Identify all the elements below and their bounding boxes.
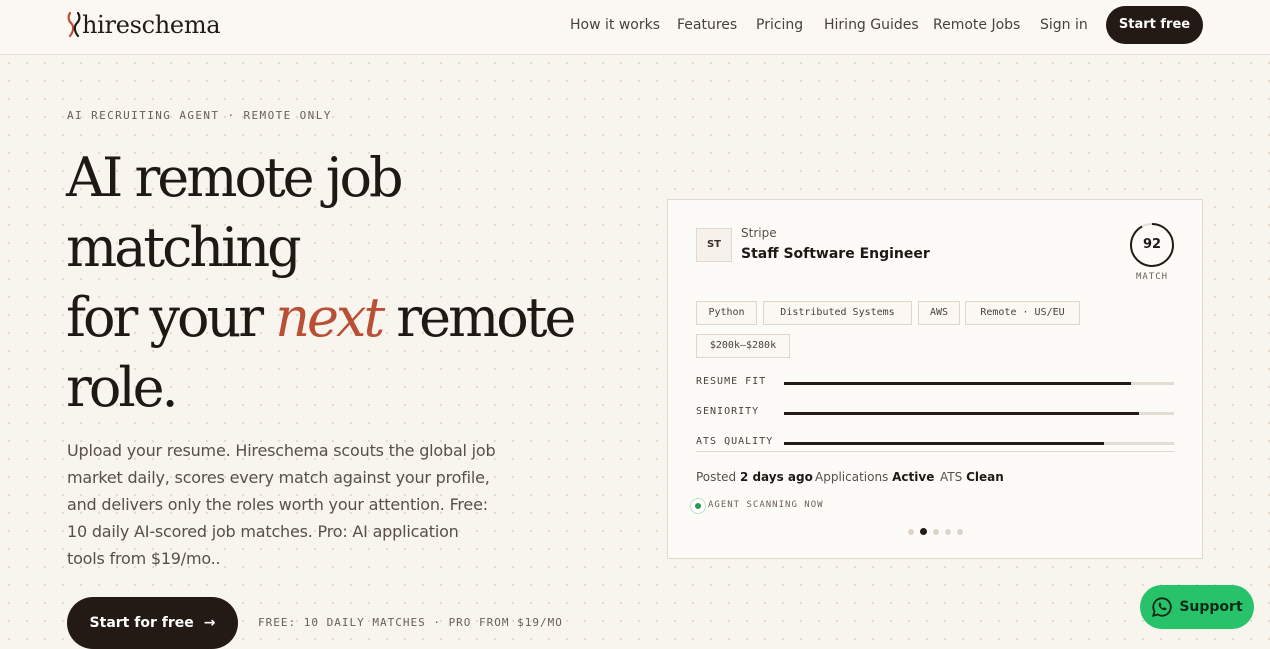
live-dot-icon xyxy=(690,498,706,514)
metric-resume-fit-bar xyxy=(784,382,1174,385)
job-match-card: ST Stripe Staff Software Engineer 92 MAT… xyxy=(667,199,1203,559)
hero-title-accent: next xyxy=(275,286,385,349)
carousel-dot[interactable] xyxy=(957,528,963,535)
meta-posted-value: 2 days ago xyxy=(739,470,813,484)
nav-sign-in[interactable]: Sign in xyxy=(1040,16,1088,34)
match-label: MATCH xyxy=(1135,272,1169,282)
site-header: hireschema How it works Features Pricing… xyxy=(0,0,1270,55)
agent-scanning-status: AGENT SCANNING NOW xyxy=(708,500,824,510)
meta-applications: Applications Active xyxy=(815,470,934,484)
hero-title: AI remote job matching for your next rem… xyxy=(66,143,626,423)
hero-description: Upload your resume. Hireschema scouts th… xyxy=(67,441,496,568)
tag-aws: AWS xyxy=(918,301,960,325)
hireschema-logo-icon xyxy=(67,12,81,38)
hero-title-line2-start: for your xyxy=(66,286,276,349)
cta-label: Start for free xyxy=(89,615,194,631)
tag-remote: Remote · US/EU xyxy=(965,301,1080,325)
start-free-button[interactable]: Start free xyxy=(1106,6,1203,44)
match-score: 92 xyxy=(1142,237,1162,252)
job-title: Staff Software Engineer xyxy=(741,246,930,262)
tag-python: Python xyxy=(696,301,757,325)
carousel-dot[interactable] xyxy=(945,528,951,535)
meta-ats: ATS Clean xyxy=(940,470,1004,484)
tag-distributed-systems: Distributed Systems xyxy=(763,301,912,325)
nav-pricing[interactable]: Pricing xyxy=(756,16,803,34)
meta-posted-label: Posted xyxy=(696,470,737,484)
nav-features[interactable]: Features xyxy=(677,16,737,34)
carousel-dots xyxy=(908,528,963,535)
nav-how-it-works[interactable]: How it works xyxy=(570,16,660,34)
match-score-ring: 92 xyxy=(1129,222,1175,268)
metric-resume-fit-label: RESUME FIT xyxy=(696,376,767,387)
hero-eyebrow: AI RECRUITING AGENT · REMOTE ONLY xyxy=(67,109,332,122)
support-button[interactable]: Support xyxy=(1140,585,1254,629)
brand-name: hireschema xyxy=(82,11,221,39)
metric-seniority-bar xyxy=(784,412,1174,415)
meta-ats-value: Clean xyxy=(966,470,1004,484)
tag-salary: $200k–$280k xyxy=(696,334,790,358)
metric-seniority-fill xyxy=(784,412,1139,415)
support-label: Support xyxy=(1179,599,1243,615)
nav-remote-jobs[interactable]: Remote Jobs xyxy=(933,16,1020,34)
nav-hiring-guides[interactable]: Hiring Guides xyxy=(824,16,919,34)
meta-applications-value: Active xyxy=(892,470,935,484)
brand-logo[interactable]: hireschema xyxy=(66,10,221,40)
meta-posted: Posted 2 days ago xyxy=(696,470,813,484)
metric-seniority-label: SENIORITY xyxy=(696,406,760,417)
carousel-dot[interactable] xyxy=(920,528,927,535)
carousel-dot[interactable] xyxy=(933,528,939,535)
start-for-free-button[interactable]: Start for free → xyxy=(67,597,238,649)
hero-title-line1: AI remote job matching xyxy=(66,146,404,279)
company-name: Stripe xyxy=(741,226,777,240)
metric-ats-quality-fill xyxy=(784,442,1104,445)
whatsapp-icon xyxy=(1152,597,1173,618)
company-avatar: ST xyxy=(696,228,732,262)
meta-ats-label: ATS xyxy=(940,470,963,484)
meta-applications-label: Applications xyxy=(815,470,889,484)
arrow-right-icon: → xyxy=(203,615,216,631)
cta-note: FREE: 10 DAILY MATCHES · PRO FROM $19/MO xyxy=(258,616,563,629)
metric-resume-fit-fill xyxy=(784,382,1132,385)
metric-ats-quality-label: ATS QUALITY xyxy=(696,436,774,447)
card-divider xyxy=(696,451,1174,452)
carousel-dot[interactable] xyxy=(908,528,914,535)
metric-ats-quality-bar xyxy=(784,442,1174,445)
